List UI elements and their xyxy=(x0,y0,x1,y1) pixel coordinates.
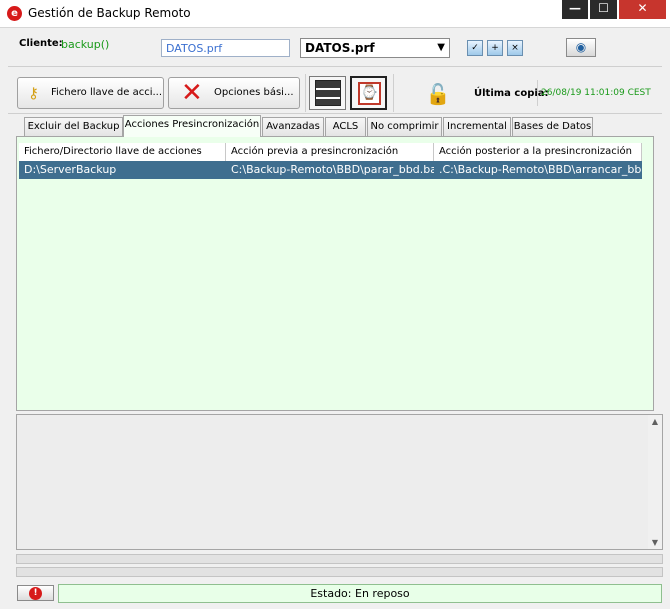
key-file-button[interactable]: ⚷ Fichero llave de acci... xyxy=(17,77,164,109)
key-file-button-label: Fichero llave de acci... xyxy=(51,87,163,98)
scroll-down-icon[interactable]: ▼ xyxy=(648,538,662,547)
table-row-cell[interactable]: D:\ServerBackup xyxy=(19,161,226,179)
column-header-post-action[interactable]: Acción posterior a la presincronización xyxy=(434,143,642,161)
profile-select-value: DATOS.prf xyxy=(305,41,375,55)
tab-no-comprimir[interactable]: No comprimir xyxy=(367,117,442,136)
basic-options-button[interactable]: ✕ Opciones bási... xyxy=(168,77,300,109)
server-icon xyxy=(315,80,341,106)
close-button[interactable]: ✕ xyxy=(619,0,666,19)
table-row-cell[interactable]: C:\Backup-Remoto\BBD\parar_bbd.bat xyxy=(226,161,434,179)
profile-select[interactable]: DATOS.prf ▼ xyxy=(300,38,450,58)
log-panel xyxy=(16,414,663,550)
checklist-icon[interactable]: ✓ xyxy=(467,40,483,56)
log-scrollbar[interactable]: ▲ ▼ xyxy=(648,415,662,549)
tab-avanzadas[interactable]: Avanzadas xyxy=(262,117,324,136)
schedule-button[interactable]: ⌚ xyxy=(350,76,387,110)
maximize-button[interactable]: ☐ xyxy=(590,0,617,19)
app-logo-icon: e xyxy=(7,6,22,21)
tab-acciones-presincronizacion[interactable]: Acciones Presincronización xyxy=(123,115,261,137)
divider xyxy=(305,74,306,112)
key-icon: ⚷ xyxy=(28,84,39,102)
wrench-icon: ✕ xyxy=(181,78,203,108)
minimize-button[interactable]: — xyxy=(562,0,588,19)
table-row-cell[interactable]: .C:\Backup-Remoto\BBD\arrancar_bbd... xyxy=(434,161,642,179)
tab-acls[interactable]: ACLS xyxy=(325,117,366,136)
tab-excluir-backup[interactable]: Excluir del Backup xyxy=(24,117,123,136)
basic-options-button-label: Opciones bási... xyxy=(214,87,294,98)
clock-icon: ⌚ xyxy=(358,82,381,105)
eye-icon[interactable]: ◉ xyxy=(566,38,596,57)
stop-icon: ! xyxy=(29,587,42,600)
divider xyxy=(537,80,538,106)
new-document-icon[interactable]: + xyxy=(487,40,503,56)
window-title: Gestión de Backup Remoto xyxy=(28,6,191,20)
divider xyxy=(393,74,394,112)
client-value: backup() xyxy=(61,38,110,51)
status-text: Estado: En reposo xyxy=(58,584,662,603)
server-button[interactable] xyxy=(309,76,346,110)
divider xyxy=(8,113,662,114)
stop-button[interactable]: ! xyxy=(17,585,54,601)
profile-field[interactable]: DATOS.prf xyxy=(161,39,290,57)
title-bar: e Gestión de Backup Remoto — ☐ ✕ xyxy=(0,0,670,28)
column-header-key-file[interactable]: Fichero/Directorio llave de acciones xyxy=(19,143,226,161)
horizontal-scrollbar[interactable] xyxy=(16,554,663,564)
progress-bar xyxy=(16,567,663,577)
divider xyxy=(8,66,662,67)
scroll-up-icon[interactable]: ▲ xyxy=(648,417,662,426)
last-copy-value: 26/08/19 11:01:09 CEST xyxy=(541,88,651,98)
client-label: Cliente: xyxy=(19,38,63,49)
chevron-down-icon: ▼ xyxy=(437,42,445,53)
tab-incremental[interactable]: Incremental xyxy=(443,117,511,136)
column-header-pre-action[interactable]: Acción previa a presincronización xyxy=(226,143,434,161)
lock-icon[interactable]: 🔓 xyxy=(424,80,452,108)
tab-bases-de-datos[interactable]: Bases de Datos xyxy=(512,117,593,136)
delete-document-icon[interactable]: × xyxy=(507,40,523,56)
